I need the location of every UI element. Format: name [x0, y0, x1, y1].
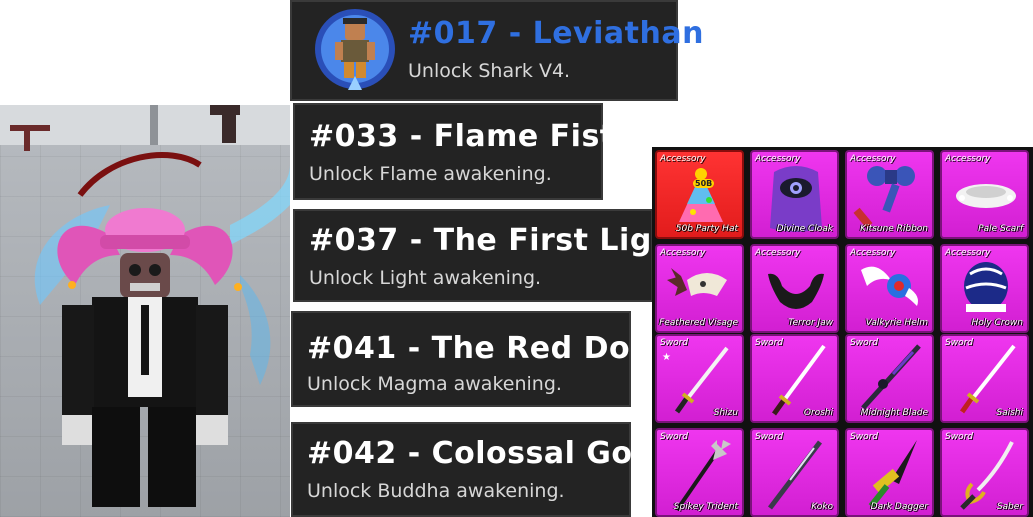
quest-title: #037 - The First Light: [309, 223, 689, 258]
item-name: Spikey Trident: [673, 502, 738, 512]
item-category: Accessory: [945, 248, 991, 258]
inventory-slot-kitsune-ribbon[interactable]: Accessory Kitsune Ribbon: [845, 150, 934, 239]
quest-card-first-light[interactable]: #037 - The First Light Unlock Light awak…: [293, 209, 688, 302]
favorite-star-icon: ★: [662, 352, 671, 363]
item-category: Accessory: [755, 154, 801, 164]
item-category: Sword: [755, 432, 783, 442]
quest-description: Unlock Light awakening.: [309, 267, 542, 289]
inventory-slot-dark-dagger[interactable]: Sword Dark Dagger: [845, 428, 934, 517]
item-category: Accessory: [850, 154, 896, 164]
inventory-slot-spikey-trident[interactable]: Sword Spikey Trident: [655, 428, 744, 517]
quest-card-colossal-god[interactable]: #042 - Colossal God Unlock Buddha awaken…: [291, 422, 654, 517]
item-name: Koko: [811, 502, 833, 512]
inventory-slot-shizu[interactable]: Sword ★ Shizu: [655, 334, 744, 423]
item-category: Sword: [850, 338, 878, 348]
inventory-slot-saber[interactable]: Sword Saber: [940, 428, 1029, 517]
inventory-slot-koko[interactable]: Sword Koko: [750, 428, 839, 517]
item-category: Sword: [755, 338, 783, 348]
item-name: Saber: [996, 502, 1023, 512]
item-category: Accessory: [945, 154, 991, 164]
item-name: 50b Party Hat: [675, 224, 738, 234]
item-category: Accessory: [660, 154, 706, 164]
inventory-grid: 50B Accessory 50b Party Hat Accessory Di…: [652, 147, 1033, 517]
item-name: Shizu: [713, 408, 738, 418]
character-render: [0, 105, 290, 517]
item-category: Sword: [945, 432, 973, 442]
leviathan-avatar-icon: [315, 9, 395, 90]
item-name: Feathered Visage: [659, 318, 738, 328]
item-name: Terror Jaw: [788, 318, 833, 328]
item-name: Midnight Blade: [860, 408, 928, 418]
quest-title: #017 - Leviathan: [408, 16, 704, 51]
item-category: Accessory: [660, 248, 706, 258]
inventory-slot-pale-scarf[interactable]: Accessory Pale Scarf: [940, 150, 1029, 239]
item-category: Accessory: [755, 248, 801, 258]
inventory-slot-oroshi[interactable]: Sword Oroshi: [750, 334, 839, 423]
item-category: Accessory: [850, 248, 896, 258]
inventory-slot-midnight-blade[interactable]: Sword Midnight Blade: [845, 334, 934, 423]
quest-description: Unlock Buddha awakening.: [307, 480, 565, 502]
item-name: Divine Cloak: [776, 224, 833, 234]
quest-card-leviathan[interactable]: #017 - Leviathan Unlock Shark V4.: [290, 0, 703, 101]
inventory-slot-saishi[interactable]: Sword Saishi: [940, 334, 1029, 423]
item-name: Valkyrie Helm: [865, 318, 928, 328]
hat-badge: 50B: [693, 179, 715, 188]
item-name: Dark Dagger: [870, 502, 928, 512]
item-category: Sword: [660, 338, 688, 348]
inventory-slot-terror-jaw[interactable]: Accessory Terror Jaw: [750, 244, 839, 333]
inventory-slot-holy-crown[interactable]: Accessory Holy Crown: [940, 244, 1029, 333]
item-name: Oroshi: [803, 408, 833, 418]
item-name: Saishi: [996, 408, 1023, 418]
inventory-slot-divine-cloak[interactable]: Accessory Divine Cloak: [750, 150, 839, 239]
quest-description: Unlock Flame awakening.: [309, 163, 552, 185]
quest-title: #042 - Colossal God: [307, 436, 655, 471]
item-name: Holy Crown: [971, 318, 1023, 328]
quest-title: #033 - Flame Fist: [309, 119, 615, 154]
item-category: Sword: [850, 432, 878, 442]
avatar-figure: [10, 105, 290, 507]
quest-description: Unlock Magma awakening.: [307, 373, 562, 395]
item-category: Sword: [945, 338, 973, 348]
quest-description: Unlock Shark V4.: [408, 60, 571, 82]
item-category: Sword: [660, 432, 688, 442]
inventory-slot-feathered-visage[interactable]: Accessory Feathered Visage: [655, 244, 744, 333]
item-name: Kitsune Ribbon: [860, 224, 928, 234]
item-name: Pale Scarf: [978, 224, 1023, 234]
inventory-slot-party-hat[interactable]: 50B Accessory 50b Party Hat: [655, 150, 744, 239]
quest-card-red-dog[interactable]: #041 - The Red Dog Unlock Magma awakenin…: [291, 311, 652, 407]
inventory-slot-valkyrie-helm[interactable]: Accessory Valkyrie Helm: [845, 244, 934, 333]
quest-card-flame-fist[interactable]: #033 - Flame Fist Unlock Flame awakening…: [293, 103, 614, 200]
quest-title: #041 - The Red Dog: [307, 331, 653, 366]
